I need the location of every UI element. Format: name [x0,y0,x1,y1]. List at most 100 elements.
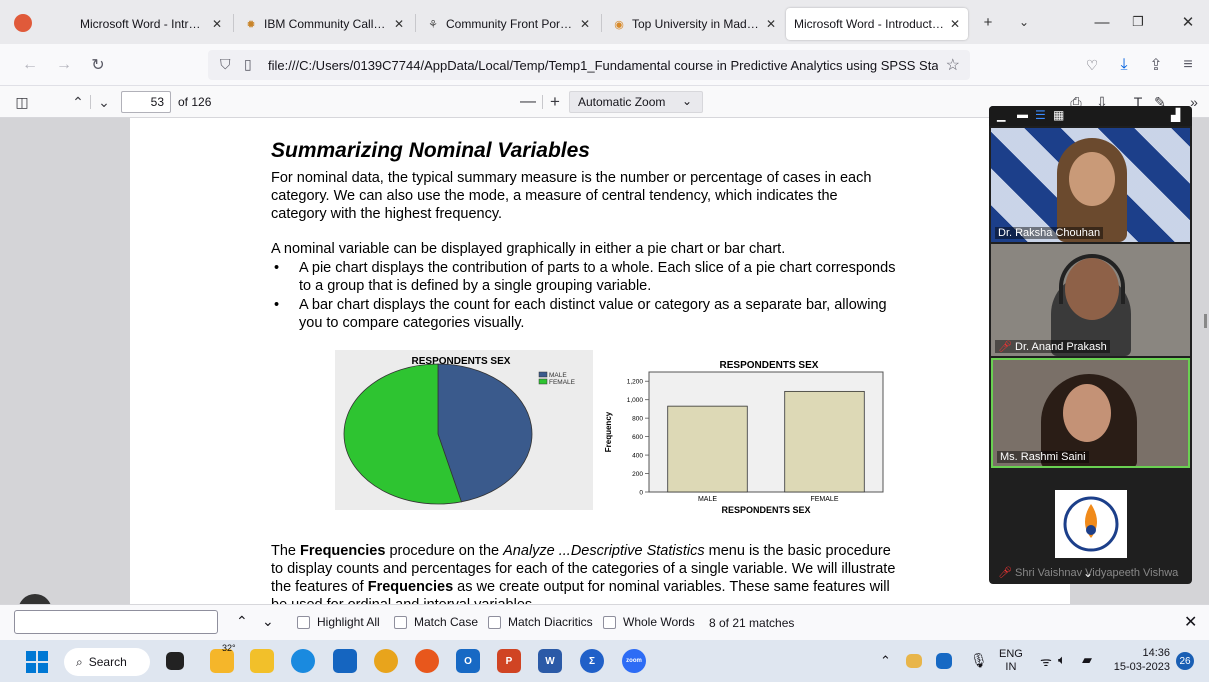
close-icon[interactable]: ✕ [580,17,590,31]
mic-muted-icon: 🎤︎ [998,341,1016,353]
minimize-button[interactable]: — [1084,10,1120,34]
sigma-app-icon[interactable]: Σ [580,649,604,673]
emphasis: Frequencies [367,579,454,595]
store-icon[interactable] [333,649,357,673]
zoom-out-icon[interactable]: — [518,90,538,114]
wifi-icon[interactable]: ᯤ [1040,652,1052,670]
weather-icon[interactable]: 32° [210,643,236,673]
close-icon[interactable]: ✕ [212,17,222,31]
page-number-input[interactable]: 53 [121,91,171,113]
legend-swatch-male [538,371,548,378]
chrome-icon[interactable] [374,649,398,673]
tab-label: Microsoft Word - Introduction [80,17,206,31]
video-meeting-panel[interactable]: ▁ ▬ ☰ ▦ ▟ Dr. Raksha Chouhan 🎤︎ Dr. Anan… [989,106,1192,584]
university-logo [1055,490,1127,558]
find-next-icon[interactable]: ⌄ [262,613,274,630]
y-tick-label: 800 [632,416,643,423]
forward-arrow-icon[interactable]: → [52,53,76,77]
grid-view-icon[interactable]: ▦ [1053,108,1064,122]
scrollbar-thumb[interactable] [1204,314,1207,328]
menu-icon[interactable]: ≡ [1176,53,1200,77]
close-icon[interactable]: ✕ [950,17,960,31]
tile-strip-icon[interactable]: ☰ [1035,108,1046,122]
list-tabs-chevron-icon[interactable]: ⌄ [1006,10,1042,34]
chevron-down-icon: ⌄ [681,94,692,108]
shield-icon[interactable]: ⛉ [220,56,231,73]
tray-mic-icon[interactable]: 🎙︎ [970,652,988,669]
close-icon[interactable]: ✕ [394,17,404,31]
find-input[interactable] [14,610,218,634]
y-tick-label: 200 [632,471,643,478]
highlight-all-checkbox[interactable]: Highlight All [297,615,380,629]
bullet-line: you to compare categories visually. [299,315,525,331]
video-tile[interactable]: 🎤︎ Dr. Anand Prakash [991,244,1190,356]
tab-5-active[interactable]: Microsoft Word - Introduction ✕ [786,8,968,40]
close-find-icon[interactable]: ✕ [1184,612,1197,632]
zoom-in-icon[interactable]: + [545,90,565,114]
tab-4[interactable]: ◉ Top University in Madhya ✕ [604,8,784,40]
university-icon: ◉ [614,18,624,31]
volume-icon[interactable]: 🔈︎ [1058,652,1066,668]
extensions-icon[interactable]: ⇪ [1144,53,1168,77]
video-tile[interactable]: Dr. Raksha Chouhan [991,128,1190,242]
sidebar-toggle-icon[interactable]: ◫ [10,90,34,114]
paragraph-line: category with the highest frequency. [271,206,503,222]
legend-label-male: MALE [549,372,567,379]
next-page-icon[interactable]: ⌄ [94,90,114,114]
find-previous-icon[interactable]: ⌃ [236,613,248,630]
tray-mail-icon[interactable] [906,654,922,668]
video-tile-active-speaker[interactable]: Ms. Rashmi Saini [991,358,1190,468]
tray-outlook-icon[interactable] [936,653,952,669]
bar-chart-panel: RESPONDENTS SEX 0 200 400 600 800 1,000 1,200 MA… [597,354,887,522]
reload-icon[interactable]: ↻ [86,53,110,77]
tab-2[interactable]: ✹ IBM Community Call Serie ✕ [236,8,412,40]
chevron-down-icon[interactable]: ⌄ [1083,566,1093,580]
find-bar: ⌃ ⌄ Highlight All Match Case Match Diacr… [0,604,1209,640]
video-tile[interactable]: 🎤︎ Shri Vaishnav Vidyapeeth Vishwa ⌄ [991,470,1190,582]
battery-icon[interactable]: ▰ [1082,652,1092,668]
whole-words-checkbox[interactable]: Whole Words [603,615,695,629]
bar-chart: RESPONDENTS SEX 0 200 400 600 800 1,000 1,200 MA… [604,360,884,515]
bookmark-star-icon[interactable]: ☆ [946,55,960,75]
outlook-icon[interactable]: O [456,649,480,673]
back-arrow-icon[interactable]: ← [18,53,42,77]
minimize-icon[interactable]: ▁ [997,109,1005,122]
tile-small-icon[interactable]: ▬ [1017,109,1028,121]
url-text[interactable]: file:///C:/Users/0139C7744/AppData/Local… [268,58,938,73]
match-diacritics-checkbox[interactable]: Match Diacritics [488,615,593,629]
emphasis: Frequencies [300,543,386,559]
edge-icon[interactable] [291,649,315,673]
language-indicator[interactable]: ENG IN [999,648,1023,674]
tray-chevron-up-icon[interactable]: ⌃ [880,653,891,669]
tab-3[interactable]: ⚘ Community Front Porch - ✕ [418,8,598,40]
firefox-view-icon[interactable] [14,14,32,32]
ibm-icon: ✹ [246,18,256,31]
y-tick-label: 0 [639,490,643,497]
start-windows-icon[interactable] [26,651,48,673]
taskbar-search[interactable]: ⌕ Search [64,648,150,676]
bar-female [784,390,865,493]
tab-1[interactable]: Microsoft Word - Introduction ✕ [52,8,230,40]
pocket-icon[interactable]: ♡ [1080,53,1104,77]
word-icon[interactable]: W [538,649,562,673]
downloads-icon[interactable]: ⤓ [1112,53,1136,77]
expand-icon[interactable]: ▟ [1171,108,1180,122]
restore-button[interactable]: ❐ [1120,10,1156,34]
tab-label: IBM Community Call Serie [264,17,388,31]
zoom-select[interactable]: Automatic Zoom ⌄ [569,91,703,113]
match-case-checkbox[interactable]: Match Case [394,615,478,629]
close-icon[interactable]: ✕ [766,17,776,31]
zoom-icon[interactable]: zoom [622,649,646,673]
powerpoint-icon[interactable]: P [497,649,521,673]
firefox-icon[interactable] [415,649,439,673]
notification-badge[interactable]: 26 [1176,652,1194,670]
previous-page-icon[interactable]: ⌃ [68,90,88,114]
task-view-icon[interactable] [166,652,184,670]
participant-face [1069,152,1115,206]
clock[interactable]: 14:36 15-03-2023 [1110,646,1170,674]
close-window-button[interactable]: ✕ [1170,10,1206,34]
new-tab-button[interactable]: + [970,10,1006,34]
bullet-line: A pie chart displays the contribution of… [299,260,896,276]
url-bar[interactable]: ⛉ ▯ file:///C:/Users/0139C7744/AppData/L… [208,50,970,80]
file-explorer-icon[interactable] [250,649,274,673]
